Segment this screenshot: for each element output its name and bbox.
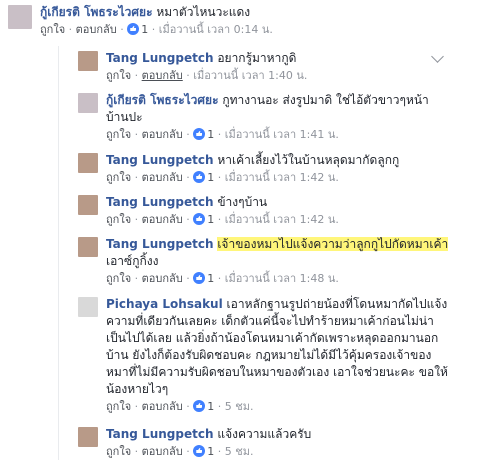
comment-text: กูทางานอะ ส่งรูปมาดิ ใช่ไอ้ตัวขาวๆหน้า [222,93,429,107]
avatar[interactable] [78,93,98,113]
like-link[interactable]: ถูกใจ [106,69,131,82]
comment-0: กู้เกียรติ โพธระไวศยะ หมาตัวไหนวะแดง ถูก… [0,0,480,46]
reaction-count[interactable]: 1 [141,23,148,36]
comment-actions: ถูกใจ · ตอบกลับ · 1 · เมื่อวานนี้ เวลา 0… [40,23,273,36]
like-link[interactable]: ถูกใจ [106,400,131,413]
avatar[interactable] [78,153,98,173]
reaction-count[interactable]: 1 [207,171,214,184]
like-reaction-icon[interactable] [193,171,206,183]
comment-text: หมาตัวไหนวะแดง [156,5,251,19]
reply-link[interactable]: ตอบกลับ [142,128,183,141]
reply-link[interactable]: ตอบกลับ [142,400,183,413]
comment-text-line-6: น้องหายไวๆ [106,382,169,396]
commenter-name[interactable]: Tang Lungpetch [106,195,214,209]
comment-actions: ถูกใจ · ตอบกลับ · 1 · เมื่อวานนี้ เวลา 1… [106,171,339,184]
commenter-name[interactable]: Tang Lungpetch [106,427,214,441]
reaction-count[interactable]: 1 [207,272,214,285]
highlighted-comment-text: เจ้าของหมาไปแจ้งความว่าลูกกูไปกัดหมาเค้า [217,237,449,251]
reaction-count[interactable]: 1 [207,400,214,413]
commenter-name[interactable]: Tang Lungpetch [106,237,214,251]
reply-link[interactable]: ตอบกลับ [142,171,183,184]
like-link[interactable]: ถูกใจ [40,23,65,36]
reply-link[interactable]: ตอบกลับ [142,445,183,458]
commenter-name[interactable]: Tang Lungpetch [106,51,214,65]
timestamp[interactable]: เมื่อวานนี้ เวลา 1:42 น. [225,213,339,226]
reaction-count[interactable]: 1 [207,213,214,226]
avatar[interactable] [78,51,98,71]
comment-text: อยากรู้มาหากูดิ [217,51,297,65]
like-link[interactable]: ถูกใจ [106,171,131,184]
like-link[interactable]: ถูกใจ [106,128,131,141]
like-link[interactable]: ถูกใจ [106,213,131,226]
reaction-count[interactable]: 1 [207,128,214,141]
commenter-name[interactable]: กู้เกียรติ โพธระไวศยะ [106,93,219,107]
timestamp[interactable]: 5 ชม. [225,400,254,413]
like-link[interactable]: ถูกใจ [106,445,131,458]
timestamp[interactable]: 5 ชม. [225,445,254,458]
commenter-name[interactable]: Pichaya Lohsakul [106,297,223,311]
avatar[interactable] [78,195,98,215]
comment-text-line-1: เอาหลักฐานรูปถ่ายน้องที่โดนหมากัดไปแจ้ง [226,297,448,311]
commenter-name[interactable]: กู้เกียรติ โพธระไวศยะ [40,5,153,19]
like-reaction-icon[interactable] [193,213,206,225]
comment-actions: ถูกใจ · ตอบกลับ · 1 · 5 ชม. [106,445,254,458]
timestamp[interactable]: เมื่อวานนี้ เวลา 1:48 น. [225,272,339,285]
comment-actions: ถูกใจ · ตอบกลับ · 1 · เมื่อวานนี้ เวลา 1… [106,213,339,226]
like-link[interactable]: ถูกใจ [106,272,131,285]
like-reaction-icon[interactable] [193,400,206,412]
comment-text: ข้างๆบ้าน [217,195,268,209]
like-reaction-icon[interactable] [193,272,206,284]
comment-text: แจ้งความแล้วครับ [217,427,312,441]
commenter-name[interactable]: Tang Lungpetch [106,153,214,167]
timestamp[interactable]: เมื่อวานนี้ เวลา 1:41 น. [225,128,339,141]
like-reaction-icon[interactable] [127,23,140,35]
comment-text-line-4: บ้าน ยังไงก็ต้องรับผิดชอบคะ กฎหมายไม่ได้… [106,348,432,362]
comment-text-line-5: หมาที่ไม่มีความรับผิดชอบในหมาของตัวเอง เ… [106,365,448,379]
timestamp[interactable]: เมื่อวานนี้ เวลา 0:14 น. [159,23,273,36]
comment-text-line-2: เอาซ์กูกิ้งง [106,254,159,268]
comment-text-line-2: บ้านปะ [106,110,143,124]
timestamp[interactable]: เมื่อวานนี้ เวลา 1:40 น. [193,69,307,82]
avatar[interactable] [78,297,98,317]
like-reaction-icon[interactable] [193,445,206,457]
reply-thread-line [58,46,59,460]
comment-text: หาเค้าเลี้ยงไว้ในบ้านหลุดมากัดลูกกู [217,153,400,167]
comment-actions: ถูกใจ · ตอบกลับ · 1 · เมื่อวานนี้ เวลา 1… [106,272,339,285]
avatar[interactable] [8,5,32,29]
comment-actions: ถูกใจ · ตอบกลับ · 1 · 5 ชม. [106,400,254,413]
reply-link[interactable]: ตอบกลับ [142,272,183,285]
avatar[interactable] [78,427,98,447]
reply-link[interactable]: ตอบกลับ [142,213,183,226]
comment-text-line-2: ความที่เดียวกันเลยคะ เด็กตัวแค่นี้จะไปทำ… [106,314,434,328]
reply-link[interactable]: ตอบกลับ [76,23,117,36]
like-reaction-icon[interactable] [193,128,206,140]
avatar[interactable] [78,237,98,257]
comment-text-line-3: เป็นไปได้เลย แล้วยิ่งถ้าน้องโดนหมาเค้ากั… [106,331,439,345]
reaction-count[interactable]: 1 [207,445,214,458]
reply-link[interactable]: ตอบกลับ [142,69,183,82]
comment-actions: ถูกใจ · ตอบกลับ · 1 · เมื่อวานนี้ เวลา 1… [106,128,339,141]
timestamp[interactable]: เมื่อวานนี้ เวลา 1:42 น. [225,171,339,184]
comment-actions: ถูกใจ · ตอบกลับ · เมื่อวานนี้ เวลา 1:40 … [106,69,308,82]
